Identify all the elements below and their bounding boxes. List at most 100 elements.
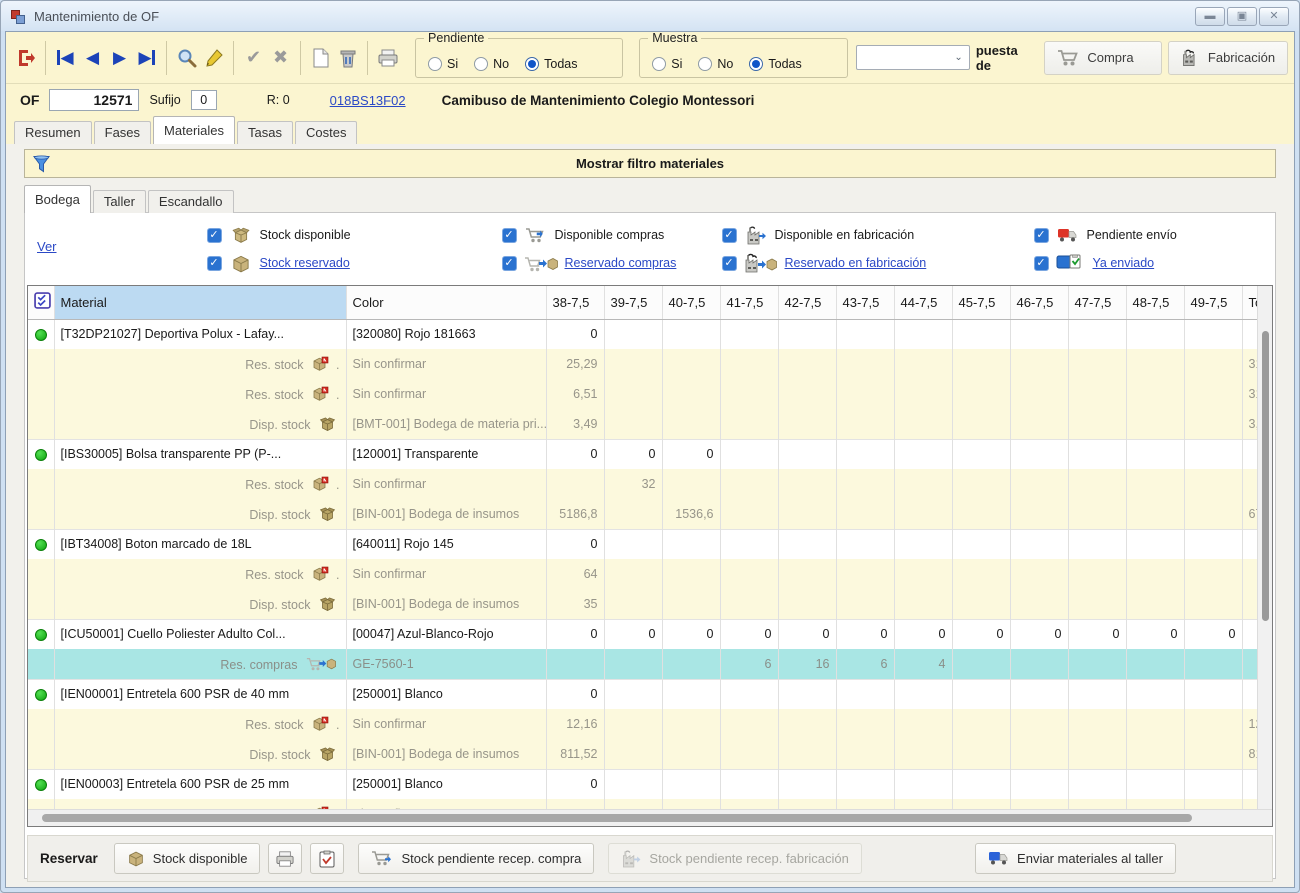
cell-size-43-7,5[interactable] <box>836 319 894 349</box>
delete-button[interactable] <box>334 42 361 74</box>
cell-size-45-7,5[interactable] <box>952 349 1010 379</box>
cell-size-39-7,5[interactable] <box>604 739 662 769</box>
cell-size-44-7,5[interactable] <box>894 709 952 739</box>
table-row[interactable]: [IEN00001] Entretela 600 PSR de 40 mm[25… <box>28 679 1272 709</box>
checkbox-checked-icon[interactable]: ✓ <box>207 228 222 243</box>
reservar-stock-pendiente-compra-button[interactable]: Stock pendiente recep. compra <box>358 843 594 874</box>
cell-size-48-7,5[interactable] <box>1126 409 1184 439</box>
cell-size-46-7,5[interactable] <box>1010 379 1068 409</box>
cell-size-38-7,5[interactable]: 64 <box>546 559 604 589</box>
cell-size-49-7,5[interactable] <box>1184 349 1242 379</box>
table-row[interactable]: [ICU50001] Cuello Poliester Adulto Col..… <box>28 619 1272 649</box>
cell-sub-label[interactable]: Res. stock . <box>54 799 346 809</box>
edit-button[interactable] <box>200 42 227 74</box>
cell-size-38-7,5[interactable] <box>546 649 604 679</box>
cell-description[interactable]: Sin confirmar <box>346 559 546 589</box>
table-row[interactable]: [IEN00003] Entretela 600 PSR de 25 mm[25… <box>28 769 1272 799</box>
column-header-size-41-7,5[interactable]: 41-7,5 <box>720 286 778 319</box>
exit-button[interactable] <box>12 42 39 74</box>
cell-size-38-7,5[interactable]: 0 <box>546 529 604 559</box>
cell-sub-label[interactable]: Disp. stock <box>54 589 346 619</box>
cell-size-40-7,5[interactable] <box>662 529 720 559</box>
tab-tasas[interactable]: Tasas <box>237 121 293 144</box>
cell-sub-label[interactable]: Disp. stock <box>54 409 346 439</box>
cell-size-43-7,5[interactable] <box>836 679 894 709</box>
cell-size-48-7,5[interactable] <box>1126 649 1184 679</box>
column-header-color[interactable]: Color <box>346 286 546 319</box>
filter-disponible-compras[interactable]: ✓ Disponible compras <box>502 227 722 244</box>
cell-size-45-7,5[interactable] <box>952 319 1010 349</box>
ver-link[interactable]: Ver <box>37 239 57 283</box>
cell-size-48-7,5[interactable] <box>1126 319 1184 349</box>
cell-size-40-7,5[interactable] <box>662 739 720 769</box>
table-row[interactable]: Res. comprasGE-7560-161664 <box>28 649 1272 679</box>
cell-size-43-7,5[interactable] <box>836 469 894 499</box>
table-row[interactable]: Disp. stock[BIN-001] Bodega de insumos51… <box>28 499 1272 529</box>
cell-size-48-7,5[interactable] <box>1126 709 1184 739</box>
cell-size-41-7,5[interactable] <box>720 739 778 769</box>
cell-size-47-7,5[interactable] <box>1068 589 1126 619</box>
cell-size-47-7,5[interactable] <box>1068 799 1126 809</box>
cell-material[interactable]: [IEN00003] Entretela 600 PSR de 25 mm <box>54 769 346 799</box>
cell-size-47-7,5[interactable] <box>1068 649 1126 679</box>
cell-size-45-7,5[interactable] <box>952 589 1010 619</box>
materials-filter-bar[interactable]: Mostrar filtro materiales <box>24 149 1276 178</box>
cell-size-47-7,5[interactable]: 0 <box>1068 619 1126 649</box>
cell-size-46-7,5[interactable] <box>1010 649 1068 679</box>
cell-size-42-7,5[interactable] <box>778 679 836 709</box>
cell-size-41-7,5[interactable] <box>720 499 778 529</box>
cell-size-41-7,5[interactable] <box>720 439 778 469</box>
cell-size-43-7,5[interactable]: 6 <box>836 649 894 679</box>
cell-color[interactable]: [120001] Transparente <box>346 439 546 469</box>
cell-size-46-7,5[interactable]: 0 <box>1010 619 1068 649</box>
cell-material[interactable]: [T32DP21027] Deportiva Polux - Lafay... <box>54 319 346 349</box>
cell-description[interactable]: Sin confirmar <box>346 799 546 809</box>
cell-size-41-7,5[interactable] <box>720 769 778 799</box>
cell-size-42-7,5[interactable] <box>778 469 836 499</box>
of-number-input[interactable]: 12571 <box>49 89 139 111</box>
cell-size-47-7,5[interactable] <box>1068 499 1126 529</box>
cell-size-49-7,5[interactable] <box>1184 679 1242 709</box>
cell-size-41-7,5[interactable] <box>720 319 778 349</box>
checkbox-checked-icon[interactable]: ✓ <box>722 228 737 243</box>
cell-size-39-7,5[interactable] <box>604 769 662 799</box>
cell-size-39-7,5[interactable] <box>604 799 662 809</box>
cell-size-45-7,5[interactable] <box>952 679 1010 709</box>
cell-size-39-7,5[interactable]: 32 <box>604 469 662 499</box>
cell-sub-label[interactable]: Res. stock . <box>54 349 346 379</box>
cell-material[interactable]: [ICU50001] Cuello Poliester Adulto Col..… <box>54 619 346 649</box>
checkbox-checked-icon[interactable]: ✓ <box>1034 256 1049 271</box>
tab-materiales[interactable]: Materiales <box>153 116 235 144</box>
cell-size-43-7,5[interactable] <box>836 709 894 739</box>
cell-size-48-7,5[interactable] <box>1126 799 1184 809</box>
cell-size-47-7,5[interactable] <box>1068 679 1126 709</box>
cell-size-43-7,5[interactable] <box>836 409 894 439</box>
cell-size-49-7,5[interactable] <box>1184 439 1242 469</box>
cell-size-42-7,5[interactable]: 16 <box>778 649 836 679</box>
cell-size-46-7,5[interactable] <box>1010 439 1068 469</box>
confirm-button[interactable]: ✔ <box>240 42 267 74</box>
cell-size-46-7,5[interactable] <box>1010 409 1068 439</box>
column-header-material[interactable]: Material <box>54 286 346 319</box>
muestra-no-radio[interactable]: No <box>698 57 733 71</box>
cell-size-44-7,5[interactable] <box>894 499 952 529</box>
cell-size-38-7,5[interactable]: 12,16 <box>546 709 604 739</box>
cell-size-44-7,5[interactable] <box>894 559 952 589</box>
cell-size-45-7,5[interactable] <box>952 409 1010 439</box>
cell-size-40-7,5[interactable]: 1536,6 <box>662 499 720 529</box>
cell-size-39-7,5[interactable]: 0 <box>604 439 662 469</box>
cell-size-41-7,5[interactable] <box>720 349 778 379</box>
cell-size-44-7,5[interactable] <box>894 679 952 709</box>
cell-size-48-7,5[interactable] <box>1126 679 1184 709</box>
cell-size-42-7,5[interactable] <box>778 709 836 739</box>
cell-size-46-7,5[interactable] <box>1010 679 1068 709</box>
cell-description[interactable]: [BIN-001] Bodega de insumos <box>346 739 546 769</box>
cell-size-49-7,5[interactable] <box>1184 469 1242 499</box>
cell-size-49-7,5[interactable] <box>1184 499 1242 529</box>
cell-size-48-7,5[interactable] <box>1126 589 1184 619</box>
cell-sub-label[interactable]: Res. stock . <box>54 379 346 409</box>
cell-size-39-7,5[interactable]: 0 <box>604 619 662 649</box>
muestra-si-radio[interactable]: Si <box>652 57 682 71</box>
cell-size-47-7,5[interactable] <box>1068 439 1126 469</box>
cell-size-42-7,5[interactable]: 0 <box>778 619 836 649</box>
